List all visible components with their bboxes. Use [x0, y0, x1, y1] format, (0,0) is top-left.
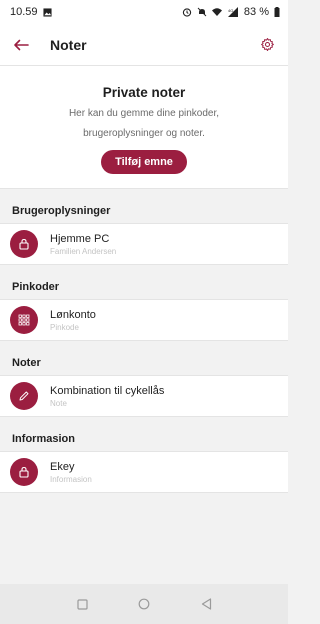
system-nav-bar	[0, 584, 288, 624]
recents-button[interactable]	[75, 597, 89, 611]
wifi-icon	[211, 7, 222, 17]
app-bar: Noter	[0, 24, 288, 66]
triangle-back-icon	[201, 598, 211, 610]
item-subtitle: Note	[50, 398, 67, 408]
hero-description: Her kan du gemme dine pinkoder, brugerop…	[20, 104, 268, 144]
keypad-icon	[10, 306, 38, 334]
svg-text:4G: 4G	[228, 8, 233, 13]
status-time: 10.59	[10, 6, 38, 18]
mute-icon	[197, 7, 207, 17]
lock-icon	[10, 458, 38, 486]
section-header-pinkoder: Pinkoder	[0, 265, 288, 299]
item-title: Lønkonto	[50, 308, 96, 321]
add-item-button[interactable]: Tilføj emne	[101, 150, 187, 174]
list-item[interactable]: Hjemme PC Familien Andersen	[0, 223, 288, 265]
settings-button[interactable]	[256, 34, 278, 56]
hero-description-line1: Her kan du gemme dine pinkoder,	[68, 108, 220, 119]
home-button[interactable]	[137, 597, 151, 611]
item-subtitle: Informasion	[50, 474, 92, 484]
hero-description-line2: brugeroplysninger og noter.	[83, 128, 205, 139]
item-title: Kombination til cykellås	[50, 384, 165, 397]
section-header-noter: Noter	[0, 341, 288, 375]
battery-icon	[274, 7, 280, 17]
battery-percent: 83 %	[243, 6, 269, 18]
alarm-icon	[182, 7, 192, 17]
section-header-informasion: Informasion	[0, 417, 288, 451]
signal-icon: 4G	[227, 7, 239, 17]
list-item[interactable]: Kombination til cykellås Note	[0, 375, 288, 417]
section-header-brugeroplysninger: Brugeroplysninger	[0, 189, 288, 223]
circle-icon	[138, 598, 150, 610]
square-icon	[76, 598, 88, 610]
hero-title: Private noter	[102, 85, 186, 100]
gear-icon	[260, 38, 274, 51]
item-title: Hjemme PC	[50, 232, 110, 245]
item-subtitle: Familien Andersen	[50, 246, 117, 256]
hero-panel: Private noter Her kan du gemme dine pink…	[0, 66, 288, 189]
image-notification-icon	[42, 7, 52, 17]
arrow-left-icon	[14, 39, 29, 50]
status-bar: 10.59 4G 83 %	[0, 0, 288, 24]
item-title: Ekey	[50, 460, 75, 473]
lock-icon	[10, 230, 38, 258]
pencil-icon	[10, 382, 38, 410]
page-title: Noter	[50, 36, 87, 53]
item-subtitle: Pinkode	[50, 322, 79, 332]
back-button[interactable]	[10, 34, 32, 56]
back-nav-button[interactable]	[199, 597, 213, 611]
list-item[interactable]: Lønkonto Pinkode	[0, 299, 288, 341]
list-item[interactable]: Ekey Informasion	[0, 451, 288, 493]
